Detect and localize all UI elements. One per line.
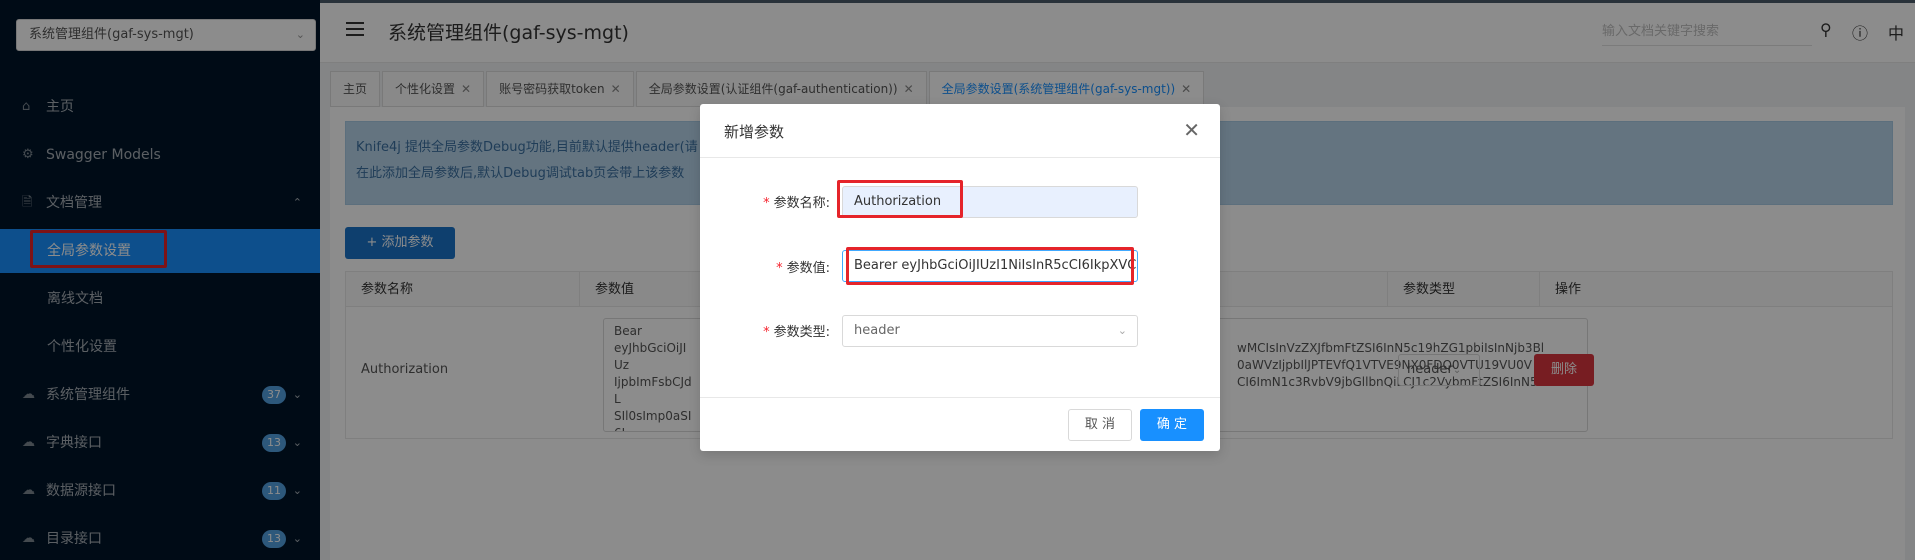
close-icon[interactable]: ✕ xyxy=(1183,118,1200,142)
add-param-modal: 新增参数 ✕ * 参数名称: Authorization * 参数值: Bearer… xyxy=(700,104,1220,451)
chevron-down-icon: ⌄ xyxy=(1117,324,1127,337)
param-type-select[interactable]: header ⌄ xyxy=(842,315,1138,347)
highlight-box xyxy=(837,180,963,218)
confirm-button[interactable]: 确 定 xyxy=(1140,409,1204,441)
param-type-label: * 参数类型: xyxy=(763,325,830,340)
modal-title: 新增参数 xyxy=(724,123,785,141)
param-name-label: * 参数名称: xyxy=(763,196,830,211)
cancel-button[interactable]: 取 消 xyxy=(1068,409,1132,441)
highlight-box xyxy=(846,247,1134,285)
param-value-label: * 参数值: xyxy=(776,261,830,276)
